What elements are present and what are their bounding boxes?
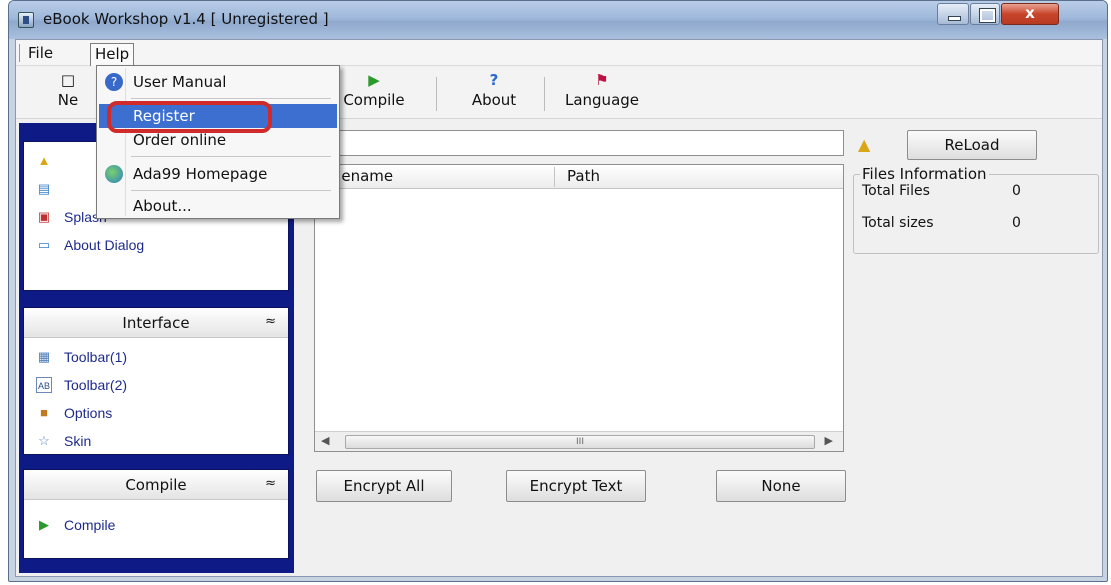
new-icon: □ (60, 71, 76, 89)
menu-separator (131, 156, 331, 157)
panel-title: Compile (125, 476, 187, 494)
scroll-right-icon[interactable]: ▶ (825, 434, 833, 447)
sidebar-item-toolbar2[interactable]: AB Toolbar(2) (24, 372, 288, 400)
menu-item-label: Order online (133, 131, 227, 149)
panel-title: Interface (122, 314, 190, 332)
new-button[interactable]: □ Ne (38, 69, 98, 115)
help-menu-dropdown: ? User Manual Register Order online Ada9… (96, 65, 340, 219)
interface-panel: Interface ≈ ▦ Toolbar(1) AB Toolbar(2) ■… (23, 307, 289, 455)
play-icon: ▶ (39, 517, 49, 532)
total-sizes-label: Total sizes (862, 215, 934, 231)
help-arrow-icon: ? (489, 71, 499, 89)
sidebar-item-label: Skin (64, 433, 92, 449)
group-title: Files Information (860, 165, 989, 183)
window-title: eBook Workshop v1.4 [ Unregistered ] (43, 10, 329, 28)
reload-button[interactable]: ReLoad (907, 130, 1037, 160)
menu-separator (131, 98, 331, 99)
app-window: eBook Workshop v1.4 [ Unregistered ] x F… (8, 0, 1108, 582)
minimize-button[interactable] (937, 3, 969, 25)
column-path[interactable]: Path (567, 167, 600, 185)
options-icon: ■ (40, 405, 48, 420)
compile-panel-header[interactable]: Compile ≈ (24, 470, 288, 500)
sidebar-item-label: Toolbar(1) (64, 349, 128, 365)
sidebar-item-toolbar1[interactable]: ▦ Toolbar(1) (24, 344, 288, 372)
collapse-chevron-icon[interactable]: ≈ (265, 476, 276, 491)
dialog-icon: ▭ (37, 237, 51, 252)
menu-item-about[interactable]: About... (99, 194, 337, 218)
close-button[interactable]: x (1001, 3, 1059, 25)
menu-file[interactable]: File (24, 43, 57, 63)
list-header: ilename Path (315, 165, 843, 189)
sidebar-item-label: Options (64, 405, 113, 421)
total-sizes-value: 0 (1012, 215, 1021, 231)
sidebar-item-label: Compile (64, 517, 116, 533)
scroll-thumb[interactable]: III (345, 435, 815, 449)
splash-icon: ▣ (37, 209, 51, 224)
scroll-left-icon[interactable]: ◀ (321, 434, 329, 447)
menu-help[interactable]: Help (90, 43, 135, 66)
path-input[interactable] (314, 130, 844, 156)
menu-item-user-manual[interactable]: ? User Manual (99, 70, 337, 94)
globe-icon (105, 165, 123, 183)
toolbar-separator (544, 77, 545, 111)
about-label: About (471, 91, 517, 109)
star-icon: ☆ (38, 433, 50, 448)
app-icon (18, 12, 34, 28)
title-bar[interactable]: eBook Workshop v1.4 [ Unregistered ] x (9, 1, 1107, 39)
sidebar-item-options[interactable]: ■ Options (24, 400, 288, 428)
toolbar-separator (436, 77, 437, 111)
folder-open-icon: ▲ (37, 153, 51, 168)
highlight-annotation (107, 101, 272, 133)
toolbar-grid-icon: ▦ (37, 349, 51, 364)
menu-bar: File Help (16, 40, 1102, 66)
language-icon: ⚑ (595, 71, 609, 89)
menu-item-label: Ada99 Homepage (133, 165, 268, 183)
menu-item-homepage[interactable]: Ada99 Homepage (99, 162, 337, 186)
file-list[interactable]: ilename Path ◀ III ▶ (314, 164, 844, 452)
sidebar-item-label: About Dialog (64, 237, 145, 253)
compile-label: Compile (343, 91, 405, 109)
about-toolbar-button[interactable]: ? About (462, 69, 526, 115)
sidebar-item-about-dialog[interactable]: ▭ About Dialog (24, 232, 288, 260)
play-icon: ▶ (368, 71, 380, 89)
files-information-group: Files Information Total Files 0 Total si… (853, 165, 1099, 254)
column-filename[interactable]: ilename (315, 167, 555, 187)
encrypt-text-button[interactable]: Encrypt Text (506, 470, 646, 502)
total-files-value: 0 (1012, 183, 1021, 199)
interface-panel-header[interactable]: Interface ≈ (24, 308, 288, 338)
horizontal-scrollbar[interactable]: ◀ III ▶ (315, 431, 843, 451)
folder-open-icon[interactable]: ▲ (858, 135, 880, 155)
window-layout-icon: ▤ (37, 181, 51, 196)
compile-toolbar-button[interactable]: ▶ Compile (334, 69, 414, 115)
compile-panel: Compile ≈ ▶ Compile (23, 469, 289, 559)
menubar-grip (19, 44, 21, 62)
sidebar-item-compile[interactable]: ▶ Compile (24, 512, 288, 540)
menu-item-label: About... (133, 197, 192, 215)
total-files-label: Total Files (862, 183, 930, 199)
maximize-button[interactable] (970, 3, 1000, 25)
new-label: Ne (57, 91, 79, 109)
menu-item-label: User Manual (133, 73, 227, 91)
ab-text-icon: AB (36, 377, 52, 393)
none-button[interactable]: None (716, 470, 846, 502)
help-circle-icon: ? (105, 73, 123, 91)
language-toolbar-button[interactable]: ⚑ Language (552, 69, 652, 115)
language-label: Language (564, 91, 640, 109)
sidebar-item-label: Toolbar(2) (64, 377, 128, 393)
close-icon: x (1025, 4, 1035, 22)
encrypt-all-button[interactable]: Encrypt All (316, 470, 452, 502)
sidebar-item-skin[interactable]: ☆ Skin (24, 428, 288, 456)
collapse-chevron-icon[interactable]: ≈ (265, 314, 276, 329)
menu-separator (131, 190, 331, 191)
